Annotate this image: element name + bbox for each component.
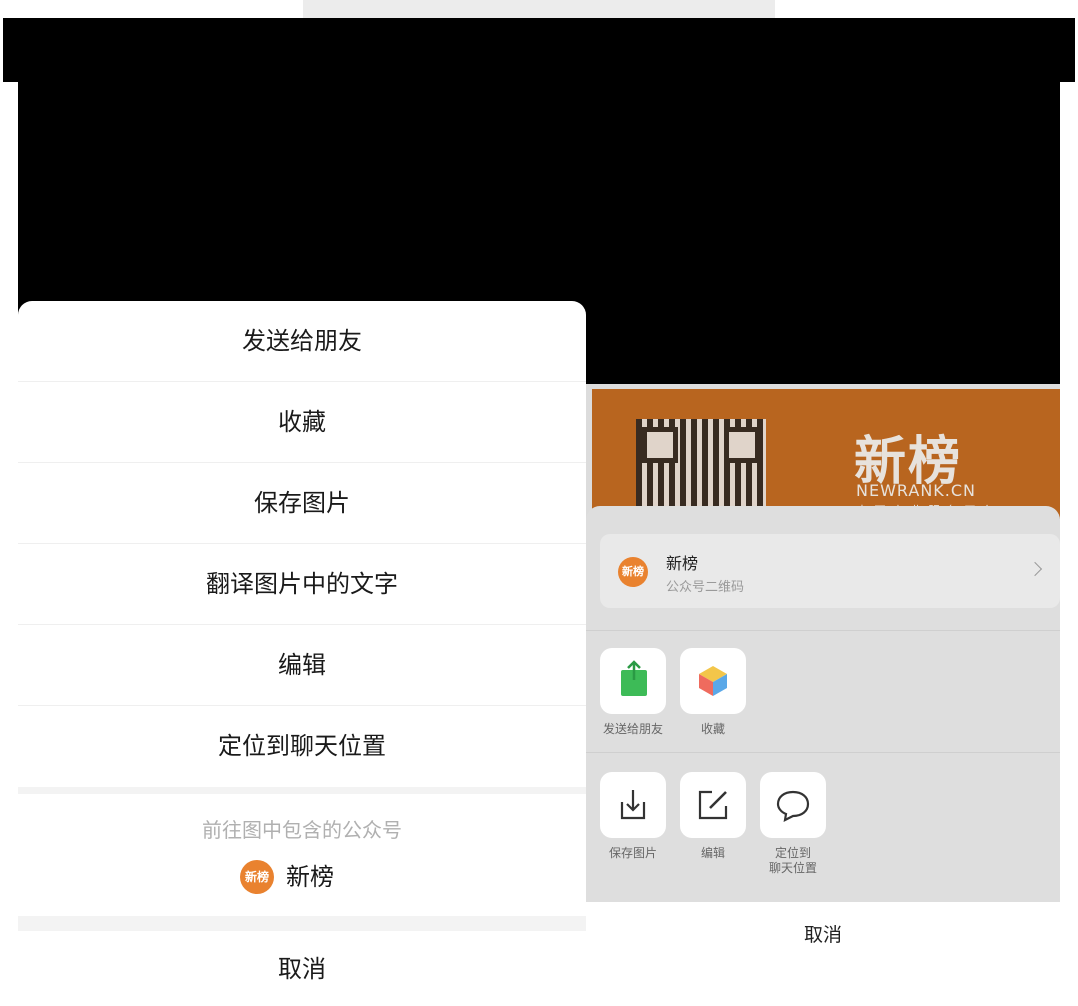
share-icon <box>621 660 647 696</box>
account-card[interactable]: 新榜 新榜 公众号二维码 <box>600 534 1060 608</box>
black-header-band <box>3 18 1075 82</box>
menu-edit[interactable]: 编辑 <box>18 625 586 706</box>
goto-account-section[interactable]: 前往图中包含的公众号 新榜 新榜 <box>18 794 586 916</box>
goto-account-label: 前往图中包含的公众号 <box>202 818 402 842</box>
account-desc: 公众号二维码 <box>666 580 745 595</box>
share-sheet: 新榜 新榜 公众号二维码 发送给朋友 收藏 保存图片 编辑 定位到 聊天位置 取… <box>586 506 1060 988</box>
menu-favorite[interactable]: 收藏 <box>18 382 586 463</box>
account-name: 新榜 <box>666 554 699 573</box>
menu-send-to-friend[interactable]: 发送给朋友 <box>18 301 586 382</box>
right-share-screen: 新榜 NEWRANK.CN 中国商业服务平台 新榜 新榜 公众号二维码 发送给朋… <box>586 384 1060 988</box>
goto-account-name: 新榜 <box>286 863 334 891</box>
account-logo: 新榜 <box>240 860 274 894</box>
menu-locate-chat[interactable]: 定位到聊天位置 <box>18 706 586 786</box>
edit-tile[interactable] <box>680 772 746 838</box>
right-cancel-button[interactable]: 取消 <box>586 902 1060 988</box>
menu-translate-text[interactable]: 翻译图片中的文字 <box>18 544 586 625</box>
qr-card: 新榜 NEWRANK.CN 中国商业服务平台 <box>592 389 1060 519</box>
favorite-tile[interactable] <box>680 648 746 714</box>
chevron-right-icon <box>1027 561 1043 577</box>
left-cancel-button[interactable]: 取消 <box>18 931 586 988</box>
divider <box>586 752 1060 753</box>
send-to-friend-tile[interactable] <box>600 648 666 714</box>
right-cancel-label: 取消 <box>803 924 842 946</box>
locate-chat-label: 定位到 聊天位置 <box>768 846 817 875</box>
divider <box>586 630 1060 631</box>
qr-brand-url: NEWRANK.CN <box>856 481 976 500</box>
window-top-bar <box>303 0 775 18</box>
menu-gap <box>18 787 586 794</box>
favorite-label: 收藏 <box>700 722 725 736</box>
cube-icon <box>699 666 727 696</box>
edit-icon <box>698 790 728 820</box>
account-logo: 新榜 <box>618 557 648 587</box>
menu-save-image[interactable]: 保存图片 <box>18 463 586 544</box>
download-icon <box>620 790 646 820</box>
qr-code-image <box>636 419 766 519</box>
save-image-tile[interactable] <box>600 772 666 838</box>
locate-chat-tile[interactable] <box>760 772 826 838</box>
chat-bubble-icon <box>776 790 810 822</box>
left-action-menu: 发送给朋友 收藏 保存图片 翻译图片中的文字 编辑 定位到聊天位置 前往图中包含… <box>18 301 586 988</box>
menu-gap <box>18 916 586 931</box>
